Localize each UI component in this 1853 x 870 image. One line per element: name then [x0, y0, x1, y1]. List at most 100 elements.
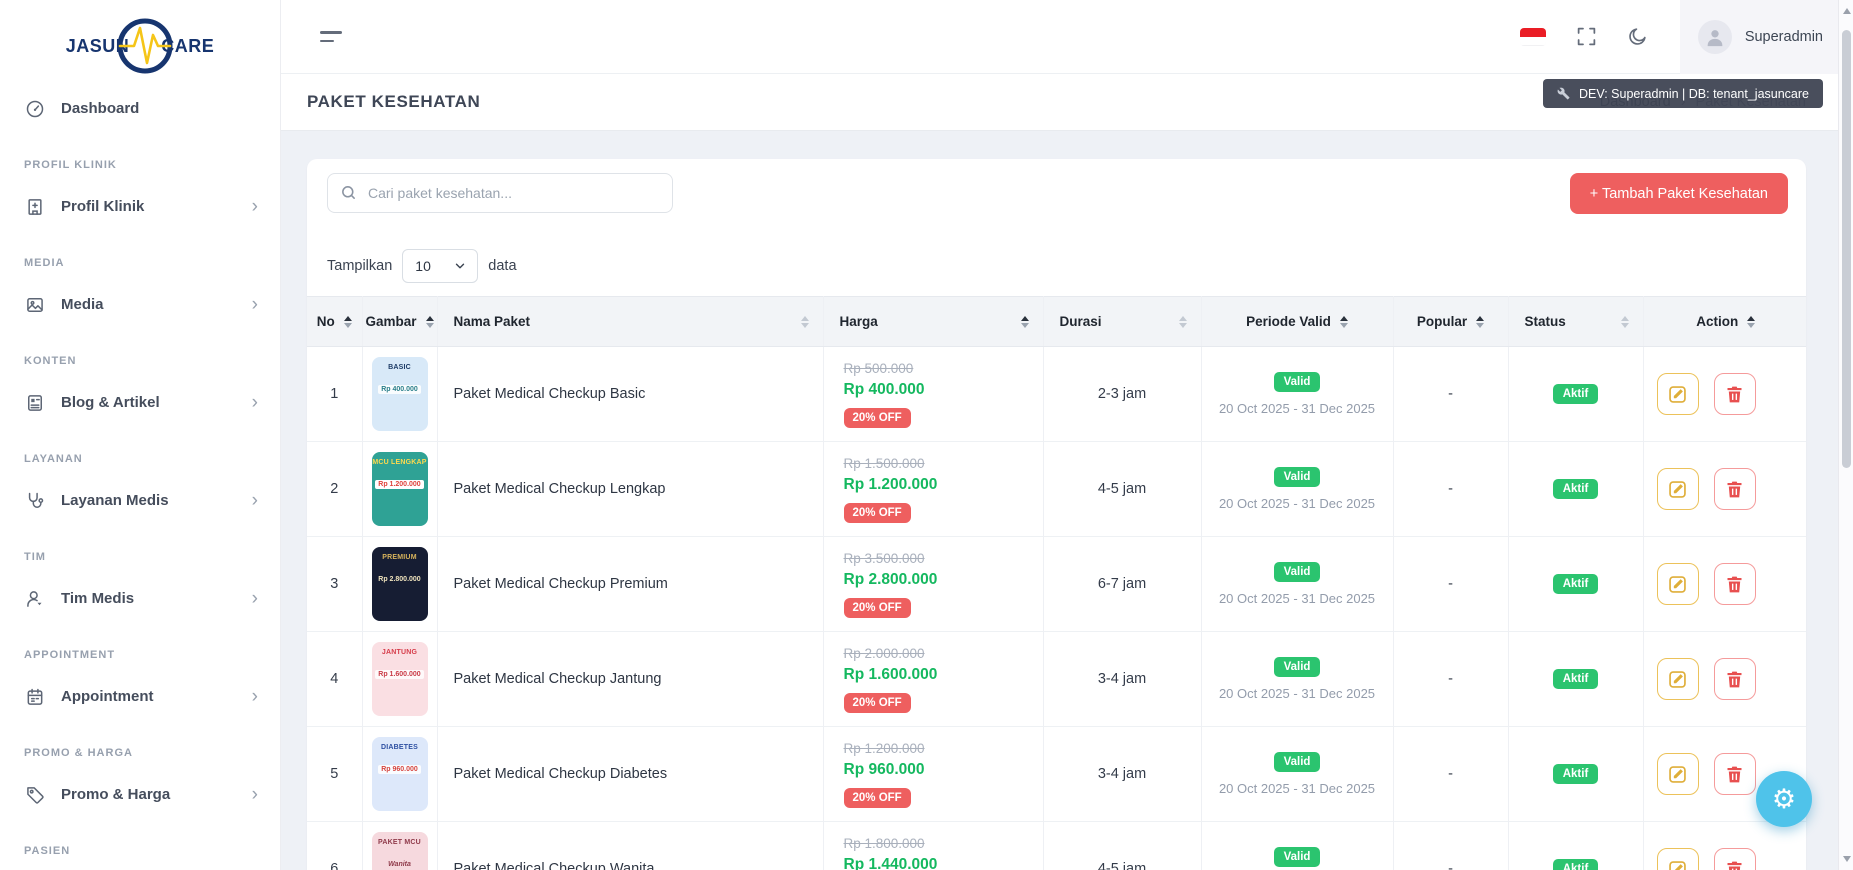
delete-button[interactable]	[1714, 753, 1756, 795]
thumbnail-title: MCU LENGKAP	[372, 459, 426, 466]
row-number: 6	[307, 822, 362, 870]
valid-date-range: 20 Oct 2025 - 31 Dec 2025	[1202, 686, 1393, 701]
wrench-icon	[1557, 87, 1570, 100]
column-header-label: Gambar	[365, 314, 416, 329]
column-header-nama-paket[interactable]: Nama Paket	[437, 297, 823, 347]
edit-button[interactable]	[1657, 848, 1699, 870]
status-badge: Aktif	[1553, 764, 1599, 784]
dev-badge: DEV: Superadmin | DB: tenant_jasuncare	[1543, 79, 1823, 108]
edit-button[interactable]	[1657, 373, 1699, 415]
cell-status: Aktif	[1508, 537, 1643, 632]
sidebar-item-blog-artikel[interactable]: Blog & Artikel›	[0, 378, 280, 427]
sort-arrows-icon	[1340, 316, 1348, 328]
package-thumbnail[interactable]: BASICRp 400.000	[372, 357, 428, 431]
table-body: 1BASICRp 400.000Paket Medical Checkup Ba…	[307, 347, 1806, 870]
cell-status: Aktif	[1508, 822, 1643, 870]
discount-badge: 20% OFF	[844, 408, 911, 428]
discount-badge: 20% OFF	[844, 598, 911, 618]
user-name: Superadmin	[1745, 29, 1823, 45]
page-size-select[interactable]: 10	[402, 249, 478, 283]
cell-harga: Rp 1.800.000Rp 1.440.00020% OFF	[823, 822, 1043, 870]
scrollbar-thumb[interactable]	[1842, 30, 1851, 468]
column-header-popular[interactable]: Popular	[1393, 297, 1508, 347]
delete-button[interactable]	[1714, 658, 1756, 700]
sidebar-item-label: Media	[61, 296, 104, 313]
package-thumbnail[interactable]: DIABETESRp 960.000	[372, 737, 428, 811]
settings-fab[interactable]: ⚙	[1756, 771, 1812, 827]
sort-arrows-icon	[1747, 316, 1755, 328]
delete-button[interactable]	[1714, 468, 1756, 510]
sidebar-item-tim-medis[interactable]: Tim Medis›	[0, 574, 280, 623]
user-menu[interactable]: Superadmin	[1680, 0, 1853, 74]
thumbnail-price: Rp 2.800.000	[375, 575, 423, 584]
cell-periode: Valid20 Oct 2025 - 31 Dec 2025	[1201, 537, 1393, 632]
sidebar-item-label: Blog & Artikel	[61, 394, 160, 411]
cell-gambar: BASICRp 400.000	[362, 347, 437, 442]
sidebar-item-appointment[interactable]: Appointment›	[0, 672, 280, 721]
popular-value: -	[1393, 632, 1508, 727]
cell-gambar: MCU LENGKAPRp 1.200.000	[362, 442, 437, 537]
sidebar-item-profil-klinik[interactable]: Profil Klinik›	[0, 182, 280, 231]
column-header-action[interactable]: Action	[1643, 297, 1806, 347]
sort-arrows-icon	[344, 316, 352, 328]
valid-badge: Valid	[1274, 467, 1321, 487]
sidebar-item-dashboard[interactable]: Dashboard	[0, 84, 280, 133]
column-header-harga[interactable]: Harga	[823, 297, 1043, 347]
edit-button[interactable]	[1657, 468, 1699, 510]
delete-button[interactable]	[1714, 563, 1756, 605]
price-original: Rp 1.800.000	[844, 836, 1031, 851]
dark-mode-moon-icon[interactable]	[1627, 26, 1648, 47]
package-name: Paket Medical Checkup Premium	[437, 537, 823, 632]
sort-arrows-icon	[1179, 316, 1187, 328]
package-name: Paket Medical Checkup Jantung	[437, 632, 823, 727]
calendar-icon	[24, 686, 46, 708]
topbar: Superadmin	[281, 0, 1853, 74]
duration: 2-3 jam	[1043, 347, 1201, 442]
show-suffix: data	[488, 258, 516, 274]
duration: 3-4 jam	[1043, 727, 1201, 822]
column-header-status[interactable]: Status	[1508, 297, 1643, 347]
page-scrollbar[interactable]	[1838, 0, 1853, 870]
article-icon	[24, 392, 46, 414]
package-thumbnail[interactable]: JANTUNGRp 1.600.000	[372, 642, 428, 716]
package-name: Paket Medical Checkup Lengkap	[437, 442, 823, 537]
sidebar-item-layanan-medis[interactable]: Layanan Medis›	[0, 476, 280, 525]
column-header-label: Popular	[1417, 314, 1467, 329]
package-thumbnail[interactable]: MCU LENGKAPRp 1.200.000	[372, 452, 428, 526]
column-header-no[interactable]: No	[307, 297, 362, 347]
add-paket-button[interactable]: + Tambah Paket Kesehatan	[1570, 173, 1788, 214]
sidebar-section-layanan: LAYANAN	[0, 427, 280, 476]
delete-button[interactable]	[1714, 373, 1756, 415]
delete-button[interactable]	[1714, 848, 1756, 870]
package-thumbnail[interactable]: PAKET MCUWanita	[372, 832, 428, 870]
edit-button[interactable]	[1657, 753, 1699, 795]
cell-harga: Rp 2.000.000Rp 1.600.00020% OFF	[823, 632, 1043, 727]
valid-date-range: 20 Oct 2025 - 31 Dec 2025	[1202, 591, 1393, 606]
column-header-durasi[interactable]: Durasi	[1043, 297, 1201, 347]
sidebar-item-promo-harga[interactable]: Promo & Harga›	[0, 770, 280, 819]
fullscreen-icon[interactable]	[1576, 26, 1597, 47]
sidebar-nav: DashboardPROFIL KLINIKProfil Klinik›MEDI…	[0, 84, 280, 868]
column-header-periode-valid[interactable]: Periode Valid	[1201, 297, 1393, 347]
image-icon	[24, 294, 46, 316]
cell-action	[1643, 632, 1806, 727]
package-thumbnail[interactable]: PREMIUMRp 2.800.000	[372, 547, 428, 621]
sidebar-item-media[interactable]: Media›	[0, 280, 280, 329]
popular-value: -	[1393, 727, 1508, 822]
column-header-gambar[interactable]: Gambar	[362, 297, 437, 347]
edit-button[interactable]	[1657, 658, 1699, 700]
scroll-down-arrow-icon[interactable]	[1843, 856, 1851, 862]
sidebar-section-konten: KONTEN	[0, 329, 280, 378]
sidebar-section-pasien: PASIEN	[0, 819, 280, 868]
column-header-label: Periode Valid	[1246, 314, 1331, 329]
package-name: Paket Medical Checkup Basic	[437, 347, 823, 442]
search-input[interactable]	[327, 173, 673, 213]
edit-button[interactable]	[1657, 563, 1699, 605]
scroll-up-arrow-icon[interactable]	[1843, 8, 1851, 14]
gauge-icon	[24, 98, 46, 120]
tag-icon	[24, 784, 46, 806]
language-flag-icon[interactable]	[1520, 28, 1546, 46]
menu-toggle-icon[interactable]	[320, 31, 342, 42]
price-discounted: Rp 1.600.000	[844, 666, 1031, 684]
table-row: 6PAKET MCUWanitaPaket Medical Checkup Wa…	[307, 822, 1806, 870]
